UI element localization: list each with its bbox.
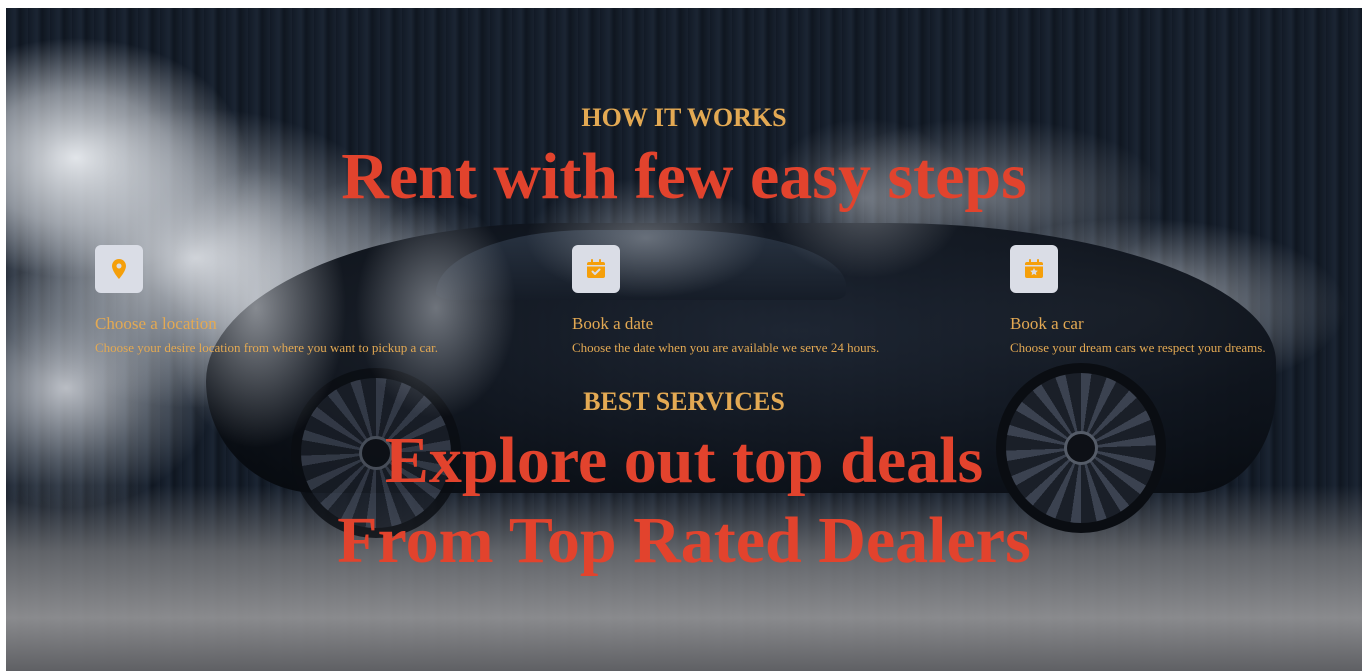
calendar-check-icon bbox=[572, 245, 620, 293]
page-content: HOW IT WORKS Rent with few easy steps Ch… bbox=[0, 0, 1368, 671]
best-services-eyebrow: BEST SERVICES bbox=[583, 387, 785, 416]
how-it-works-eyebrow: HOW IT WORKS bbox=[581, 103, 787, 132]
best-services-subheadline: From Top Rated Dealers bbox=[337, 504, 1031, 577]
step-title: Choose a location bbox=[95, 314, 217, 333]
step-title: Book a date bbox=[572, 314, 654, 333]
step-book-car: Book a car Choose your dream cars we res… bbox=[1010, 245, 1368, 357]
step-description: Choose the date when you are available w… bbox=[572, 340, 880, 355]
step-description: Choose your dream cars we respect your d… bbox=[1010, 340, 1266, 355]
step-choose-location: Choose a location Choose your desire loc… bbox=[95, 245, 515, 357]
step-title: Book a car bbox=[1010, 314, 1084, 333]
location-pin-icon bbox=[95, 245, 143, 293]
step-book-date: Book a date Choose the date when you are… bbox=[572, 245, 992, 357]
how-it-works-headline: Rent with few easy steps bbox=[341, 140, 1027, 213]
best-services-headline: Explore out top deals bbox=[384, 424, 984, 497]
step-description: Choose your desire location from where y… bbox=[95, 340, 438, 355]
calendar-star-icon bbox=[1010, 245, 1058, 293]
